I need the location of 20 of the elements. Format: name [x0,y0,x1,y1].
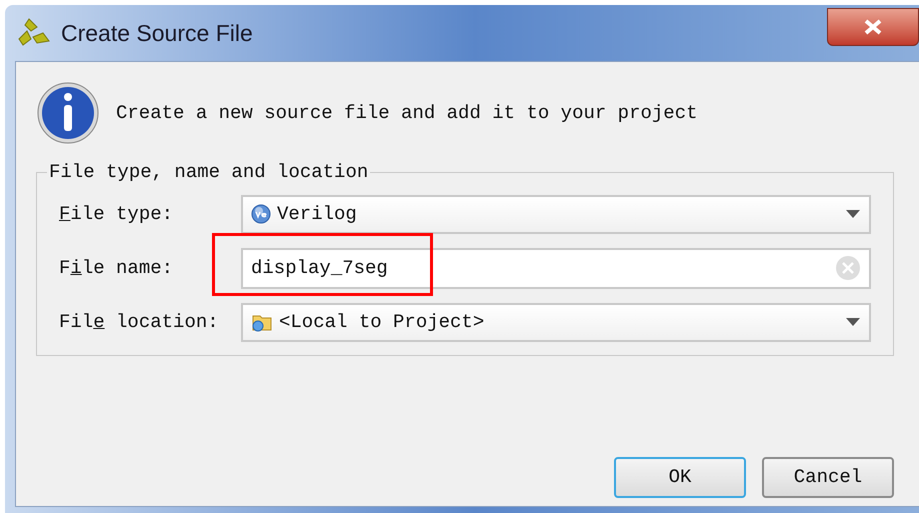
info-icon [36,81,100,145]
field-label: File location: [59,310,220,335]
dropdown[interactable]: <Local to Project> [241,302,871,342]
dropdown-caret-icon [845,209,861,219]
dropdown-caret-icon [845,317,861,327]
window-title: Create Source File [61,18,253,48]
info-message: Create a new source file and add it to your project [116,100,698,126]
text-field[interactable]: display_7seg [241,248,871,288]
badge-icon [251,204,271,224]
dialog-button[interactable]: Cancel [762,457,894,498]
close-button[interactable] [827,8,919,46]
dropdown-value: <Local to Project> [279,310,486,335]
field-value: display_7seg [251,256,389,281]
dropdown[interactable]: Verilog [241,194,871,234]
dropdown-value: Verilog [277,202,358,227]
field-label: File type: [59,202,174,227]
group-title: File type, name and location [48,160,370,185]
dialog-button[interactable]: OK [614,457,746,498]
close-icon [862,18,884,36]
field-label: File name: [59,256,174,281]
